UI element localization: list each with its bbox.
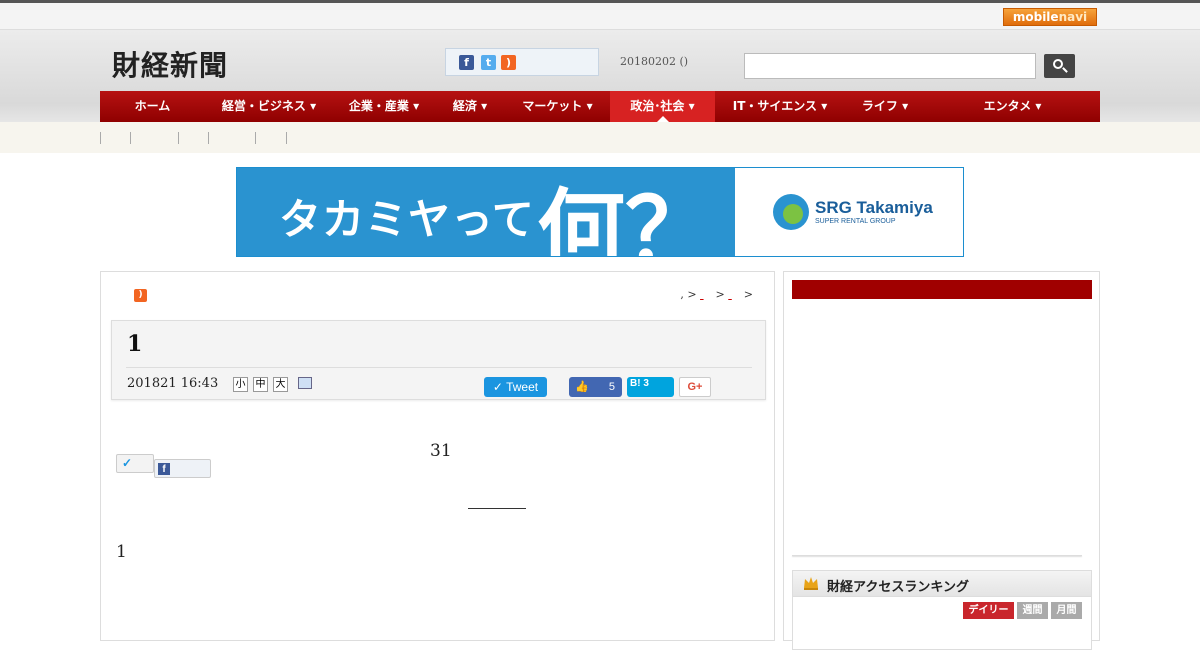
font-size-large-button[interactable]: 大	[273, 377, 288, 392]
article-header: 1 201821 16:43 小 中 大 ✓ Tweet 👍 5 B! 3 G+	[111, 320, 766, 400]
ad-brand: SRG Takamiya	[815, 198, 933, 217]
facebook-icon: f	[158, 463, 170, 475]
ranking-box: 財経アクセスランキング デイリー 週間 月間	[792, 570, 1092, 650]
mobilenavi-link[interactable]: mobilenavi	[1003, 8, 1097, 26]
mobilenavi-label-a: mobile	[1012, 10, 1059, 24]
nav-life[interactable]: ライフ ▾	[845, 91, 925, 122]
sub-nav	[0, 122, 1200, 153]
google-plus-button[interactable]: G+	[679, 377, 711, 397]
article-body-number: 31	[430, 441, 452, 461]
nav-market[interactable]: マーケット ▾	[505, 91, 610, 122]
tweet-label: Tweet	[506, 380, 539, 394]
twitter-icon[interactable]: t	[481, 55, 496, 70]
ranking-title: 財経アクセスランキング	[827, 580, 969, 595]
sidebar-header-bar	[792, 280, 1092, 299]
facebook-icon[interactable]: f	[459, 55, 474, 70]
nav-politics[interactable]: 政治･社会 ▾	[610, 91, 715, 122]
main-nav: ホーム 経営・ビジネス ▾ 企業・産業 ▾ 経済 ▾ マーケット ▾ 政治･社会…	[100, 91, 1100, 122]
takamiya-logo-icon	[773, 194, 809, 230]
breadcrumb: , > > >	[680, 288, 753, 301]
rss-icon[interactable]: )	[134, 289, 147, 302]
search-input[interactable]	[744, 53, 1036, 79]
ranking-header: 財経アクセスランキング	[793, 571, 1091, 597]
article-body-text: 1	[116, 542, 127, 562]
breadcrumb-prefix: , >	[680, 288, 701, 301]
breadcrumb-link-2[interactable]	[728, 288, 740, 301]
article-column: ) , > > > 1 201821 16:43 小 中 大 ✓ Tweet 👍…	[100, 271, 775, 641]
mobilenavi-label-b: navi	[1058, 10, 1088, 24]
twitter-icon: ✓	[122, 456, 133, 470]
font-size-small-button[interactable]: 小	[233, 377, 248, 392]
ad-brand-sub: SUPER RENTAL GROUP	[815, 218, 896, 225]
breadcrumb-suffix: >	[740, 288, 753, 301]
ad-banner-text: タカミヤって	[279, 195, 535, 244]
header-date: 20180202 ()	[620, 55, 689, 68]
article-title: 1	[127, 331, 143, 357]
nav-home[interactable]: ホーム	[100, 91, 205, 122]
ad-banner-blue: タカミヤって 何？	[237, 168, 735, 256]
breadcrumb-link-1[interactable]	[700, 288, 712, 301]
search-button[interactable]	[1044, 54, 1075, 78]
like-count: 5	[608, 381, 615, 393]
nav-entertainment[interactable]: エンタメ ▾	[925, 91, 1100, 122]
ad-banner[interactable]: タカミヤって 何？ SRG Takamiya SUPER RENTAL GROU…	[236, 167, 964, 257]
ranking-tab-monthly[interactable]: 月間	[1051, 602, 1082, 619]
sidebar-ad-divider	[792, 555, 1082, 556]
social-links: f t )	[445, 48, 599, 76]
tweet-button[interactable]: ✓ Tweet	[484, 377, 547, 397]
hatena-bookmark-button[interactable]: B! 3	[627, 377, 674, 397]
nav-economy[interactable]: 経済 ▾	[435, 91, 505, 122]
thumbs-up-icon: 👍	[575, 381, 589, 393]
font-size-medium-button[interactable]: 中	[253, 377, 268, 392]
site-logo[interactable]: 財経新聞	[112, 44, 228, 84]
ad-banner-big-text: 何？	[537, 179, 714, 256]
rss-icon[interactable]: )	[501, 55, 516, 70]
ranking-tab-daily[interactable]: デイリー	[963, 602, 1014, 619]
article-body-rule	[468, 508, 526, 509]
article-date: 201821 16:43	[127, 376, 219, 391]
crown-icon	[804, 577, 818, 590]
sidebar: 財経アクセスランキング デイリー 週間 月間	[783, 271, 1100, 650]
share-facebook-button[interactable]: f	[154, 459, 211, 478]
twitter-bird-icon: ✓	[492, 380, 507, 394]
print-icon[interactable]	[298, 377, 312, 389]
ranking-tab-weekly[interactable]: 週間	[1017, 602, 1048, 619]
nav-it-science[interactable]: IT・サイエンス ▾	[715, 91, 845, 122]
hatena-label: B!	[630, 378, 641, 389]
share-twitter-button[interactable]: ✓	[116, 454, 154, 473]
nav-industry[interactable]: 企業・産業 ▾	[333, 91, 435, 122]
header-divider	[126, 367, 752, 368]
facebook-like-button[interactable]: 👍 5	[569, 377, 622, 397]
nav-business[interactable]: 経営・ビジネス ▾	[205, 91, 333, 122]
breadcrumb-sep: >	[712, 288, 729, 301]
hatena-count: 3	[643, 378, 649, 389]
